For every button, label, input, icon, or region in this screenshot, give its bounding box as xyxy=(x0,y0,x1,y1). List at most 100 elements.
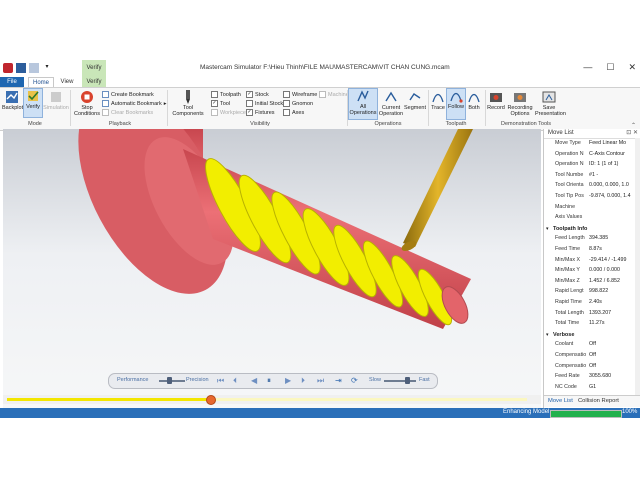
create-bookmark-button[interactable]: Create Bookmark xyxy=(102,91,154,98)
gnomon-checkbox[interactable]: Gnomon xyxy=(283,100,313,107)
move-list-row[interactable]: Compensatio Off xyxy=(544,363,635,374)
move-list-row[interactable]: Machine xyxy=(544,204,635,215)
move-list-row[interactable]: Feed Rate 3055.680 xyxy=(544,373,635,384)
minimize-button[interactable]: — xyxy=(583,62,592,73)
speed-slider-handle[interactable] xyxy=(405,377,411,384)
machine-checkbox[interactable]: Machine xyxy=(319,91,349,98)
tool-components-button[interactable]: Tool Components xyxy=(170,90,206,117)
tab-collision-report[interactable]: Collision Report xyxy=(578,398,619,404)
move-list-row[interactable]: Total Time 11.27s xyxy=(544,320,635,331)
axes-checkbox[interactable]: Axes xyxy=(283,109,304,116)
all-operations-button[interactable]: All Operations xyxy=(348,88,378,120)
tool-checkbox[interactable]: ✓ Tool xyxy=(211,100,230,107)
tab-move-list[interactable]: Move List xyxy=(548,398,573,404)
move-list-row[interactable]: Move Type Feed Linear Mo xyxy=(544,140,635,151)
stop-conditions-button[interactable]: Stop Conditions xyxy=(72,90,102,117)
move-list-row[interactable]: Coolant Off xyxy=(544,341,635,352)
step-back-icon[interactable]: ⏴ xyxy=(233,376,237,385)
precision-slider-handle[interactable] xyxy=(166,377,172,384)
section-title: Verbose xyxy=(553,331,575,338)
recording-options-button[interactable]: Recording Options xyxy=(506,90,534,117)
workpiece-checkbox[interactable]: Workpiece xyxy=(211,109,246,116)
move-list-key: Coolant xyxy=(555,341,574,348)
simulation-button[interactable]: Simulation xyxy=(43,90,69,111)
window-title: Mastercam Simulator F:\Hieu Thinh\FILE M… xyxy=(200,64,450,71)
collapse-ribbon-icon[interactable]: ⌃ xyxy=(631,122,636,129)
backplot-button[interactable]: Backplot xyxy=(2,90,23,111)
expand-icon[interactable]: ▾ xyxy=(546,226,549,232)
simulation-viewport[interactable] xyxy=(3,129,541,408)
trace-button[interactable]: Trace xyxy=(430,90,446,111)
move-list-key: Rapid Time xyxy=(555,299,582,305)
move-list-row[interactable]: Rapid Time 2.40s xyxy=(544,299,635,310)
move-list-row[interactable]: Tool Tip Pos -9.874, 0.000, 1.4 xyxy=(544,193,635,204)
move-list-key: Feed Length xyxy=(555,235,585,242)
move-list-row[interactable]: Feed Length 394.385 xyxy=(544,235,635,246)
clear-bookmarks-button[interactable]: Clear Bookmarks xyxy=(102,109,153,116)
verify-button[interactable]: Verify xyxy=(23,88,43,118)
move-list-section[interactable]: ▾ Toolpath Info xyxy=(544,225,635,235)
follow-button[interactable]: Follow xyxy=(446,88,466,120)
move-list-row[interactable]: Min/Max Y 0.000 / 0.000 xyxy=(544,267,635,278)
move-list-row[interactable]: NC Code G1 xyxy=(544,384,635,395)
play-backward-icon[interactable]: ◀ xyxy=(251,376,257,385)
go-to-start-icon[interactable]: ⏮ xyxy=(217,376,224,385)
pin-close-icon[interactable]: ⊡ ✕ xyxy=(626,129,638,136)
record-button[interactable]: Record xyxy=(487,90,505,111)
tab-file[interactable]: File xyxy=(0,77,24,87)
move-list-value: 1393.207 xyxy=(589,309,612,316)
tab-view[interactable]: View xyxy=(56,77,78,87)
divider xyxy=(485,90,486,126)
stock-checkbox[interactable]: ✓ Stock xyxy=(246,91,269,98)
progress-handle[interactable] xyxy=(205,395,216,405)
current-operation-icon xyxy=(385,91,397,102)
move-list-row[interactable]: Compensatio Off xyxy=(544,352,635,363)
speed-slider[interactable] xyxy=(384,380,416,382)
move-list-scrollbar[interactable] xyxy=(635,138,640,398)
move-list-row[interactable]: Total Length 1393.207 xyxy=(544,310,635,321)
move-list-row[interactable]: Rapid Lengt 998.822 xyxy=(544,288,635,299)
loop-icon[interactable]: ⟳ xyxy=(351,376,358,385)
pause-icon[interactable]: ⏸ xyxy=(267,376,271,385)
move-list-value: 3055.680 xyxy=(589,373,612,380)
pin-icon[interactable] xyxy=(29,63,39,73)
play-icon[interactable]: ▶ xyxy=(285,376,291,385)
precision-slider[interactable] xyxy=(159,380,185,382)
stop-condition-icon[interactable]: ⇥ xyxy=(335,376,342,385)
move-list-row[interactable]: Min/Max Z 1.452 / 6.852 xyxy=(544,278,635,289)
ribbon: Backplot Verify Simulation Mode Stop Con… xyxy=(0,87,640,131)
save-presentation-button[interactable]: Save Presentation xyxy=(535,90,566,117)
status-text: Enhancing Model xyxy=(503,409,550,415)
both-button[interactable]: Both xyxy=(466,90,482,111)
simulation-progress[interactable] xyxy=(3,395,541,405)
move-list-row[interactable]: Tool Numbe #1 - xyxy=(544,172,635,183)
move-list-row[interactable]: Min/Max X -29.414 / -1.499 xyxy=(544,257,635,268)
move-list-tabs: Move List Collision Report xyxy=(544,395,640,407)
move-list-title: Move List xyxy=(548,130,574,136)
toolpath-checkbox[interactable]: Toolpath xyxy=(211,91,241,98)
move-list-row[interactable]: Operation N ID: 1 (1 of 1) xyxy=(544,161,635,172)
initial-stock-checkbox[interactable]: Initial Stock xyxy=(246,100,283,107)
toolbar-menu-icon[interactable] xyxy=(16,63,26,73)
step-forward-icon[interactable]: ⏵ xyxy=(301,376,305,385)
expand-icon[interactable]: ▾ xyxy=(546,332,549,338)
recording-options-icon xyxy=(514,93,526,102)
app-logo-icon[interactable] xyxy=(3,63,13,73)
dropdown-icon[interactable]: ▾ xyxy=(42,63,52,73)
wireframe-checkbox[interactable]: Wireframe xyxy=(283,91,317,98)
current-operation-button[interactable]: Current Operation xyxy=(378,90,404,117)
go-to-end-icon[interactable]: ⏭ xyxy=(317,376,324,385)
tab-verify[interactable]: Verify xyxy=(82,77,106,87)
move-list-row[interactable]: Feed Time 8.87s xyxy=(544,246,635,257)
move-list-row[interactable]: Axis Values xyxy=(544,214,635,225)
move-list-row[interactable]: Operation N C-Axis Contour xyxy=(544,151,635,162)
move-list-row[interactable]: Tool Orienta 0.000, 0.000, 1.0 xyxy=(544,182,635,193)
move-list-section[interactable]: ▾ Verbose xyxy=(544,331,635,341)
maximize-button[interactable]: ☐ xyxy=(606,62,614,73)
automatic-bookmark-button[interactable]: Automatic Bookmark ▸ xyxy=(102,100,167,107)
fixtures-checkbox[interactable]: ✓ Fixtures xyxy=(246,109,275,116)
close-button[interactable]: ✕ xyxy=(628,62,636,73)
status-progress-fill xyxy=(551,411,621,417)
segment-button[interactable]: Segment xyxy=(404,90,426,111)
move-list-value: C-Axis Contour xyxy=(589,150,625,157)
